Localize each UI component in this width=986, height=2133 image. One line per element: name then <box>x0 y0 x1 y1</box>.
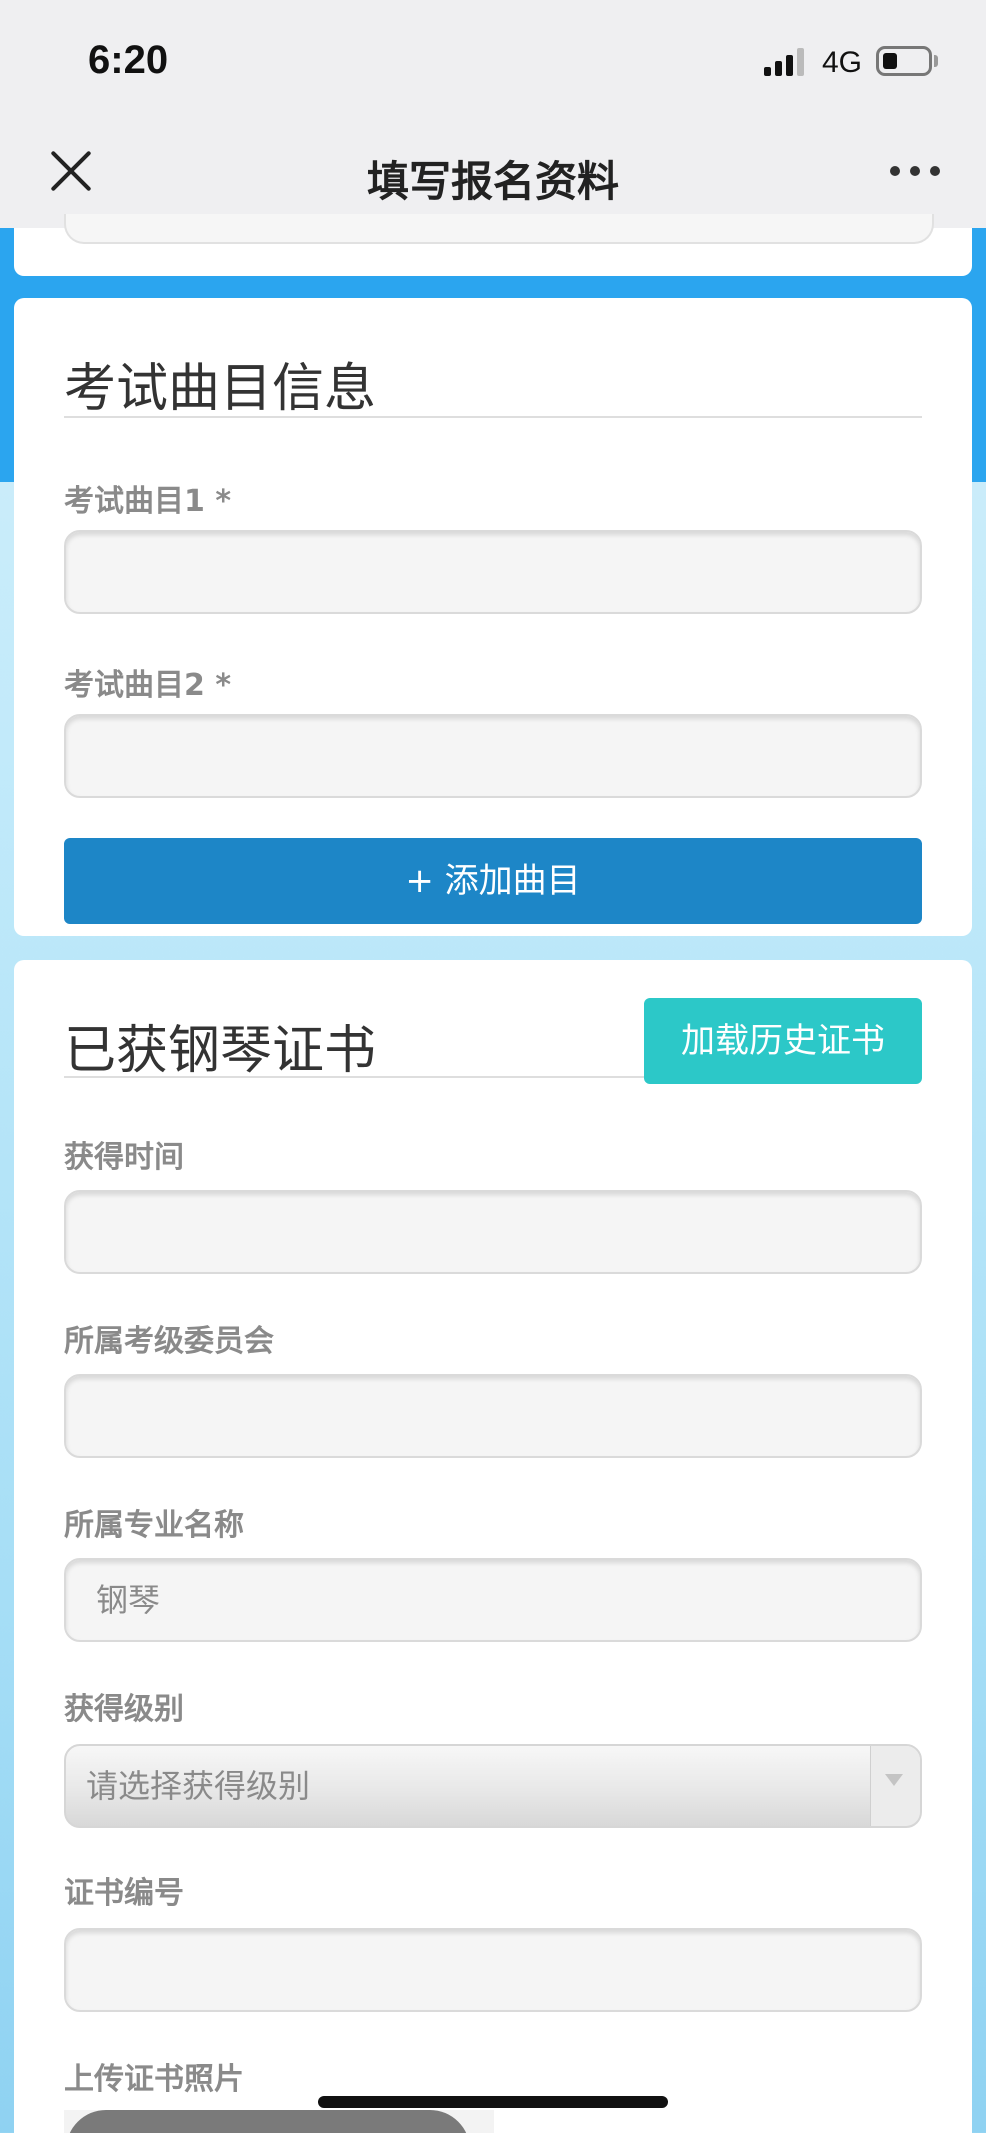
certificate-card: 已获钢琴证书 加载历史证书 获得时间 所属考级委员会 所属专业名称 钢琴 获得级… <box>14 960 972 2133</box>
cert-number-label: 证书编号 <box>64 1876 184 1911</box>
home-indicator <box>318 2096 668 2108</box>
piece-1-label: 考试曲目1 * <box>64 484 232 519</box>
obtain-time-label: 获得时间 <box>64 1140 184 1175</box>
load-history-button[interactable]: 加载历史证书 <box>644 998 922 1084</box>
previous-field-bottom <box>64 214 934 244</box>
section-title-pieces: 考试曲目信息 <box>64 359 377 419</box>
signal-icon <box>764 48 808 76</box>
network-type: 4G <box>822 46 863 79</box>
cert-number-input[interactable] <box>64 1928 922 2012</box>
level-select-placeholder: 请选择获得级别 <box>86 1767 311 1805</box>
upload-photo-button[interactable] <box>66 2110 470 2133</box>
add-piece-button[interactable]: + 添加曲目 <box>64 838 922 924</box>
chevron-down-icon[interactable] <box>870 1746 920 1826</box>
major-label: 所属专业名称 <box>64 1508 244 1543</box>
section-divider <box>64 1076 654 1078</box>
piece-2-label: 考试曲目2 * <box>64 668 232 703</box>
level-label: 获得级别 <box>64 1692 184 1727</box>
page-title: 填写报名资料 <box>366 157 619 206</box>
battery-icon <box>876 46 932 76</box>
committee-label: 所属考级委员会 <box>64 1324 274 1359</box>
upload-photo-area[interactable] <box>64 2110 494 2133</box>
section-title-certificate: 已获钢琴证书 <box>64 1021 377 1081</box>
level-select[interactable]: 请选择获得级别 <box>64 1744 922 1828</box>
previous-card <box>14 214 972 276</box>
status-bar: 6:20 4G <box>0 0 986 120</box>
committee-input[interactable] <box>64 1374 922 1458</box>
major-input[interactable]: 钢琴 <box>64 1558 922 1642</box>
status-time: 6:20 <box>88 38 169 82</box>
piece-1-input[interactable] <box>64 530 922 614</box>
obtain-time-input[interactable] <box>64 1190 922 1274</box>
section-divider <box>64 416 922 418</box>
battery-tip <box>934 55 938 67</box>
upload-label: 上传证书照片 <box>64 2062 244 2097</box>
pieces-card: 考试曲目信息 考试曲目1 * 考试曲目2 * + 添加曲目 <box>14 298 972 936</box>
piece-2-input[interactable] <box>64 714 922 798</box>
more-icon[interactable] <box>890 166 940 180</box>
